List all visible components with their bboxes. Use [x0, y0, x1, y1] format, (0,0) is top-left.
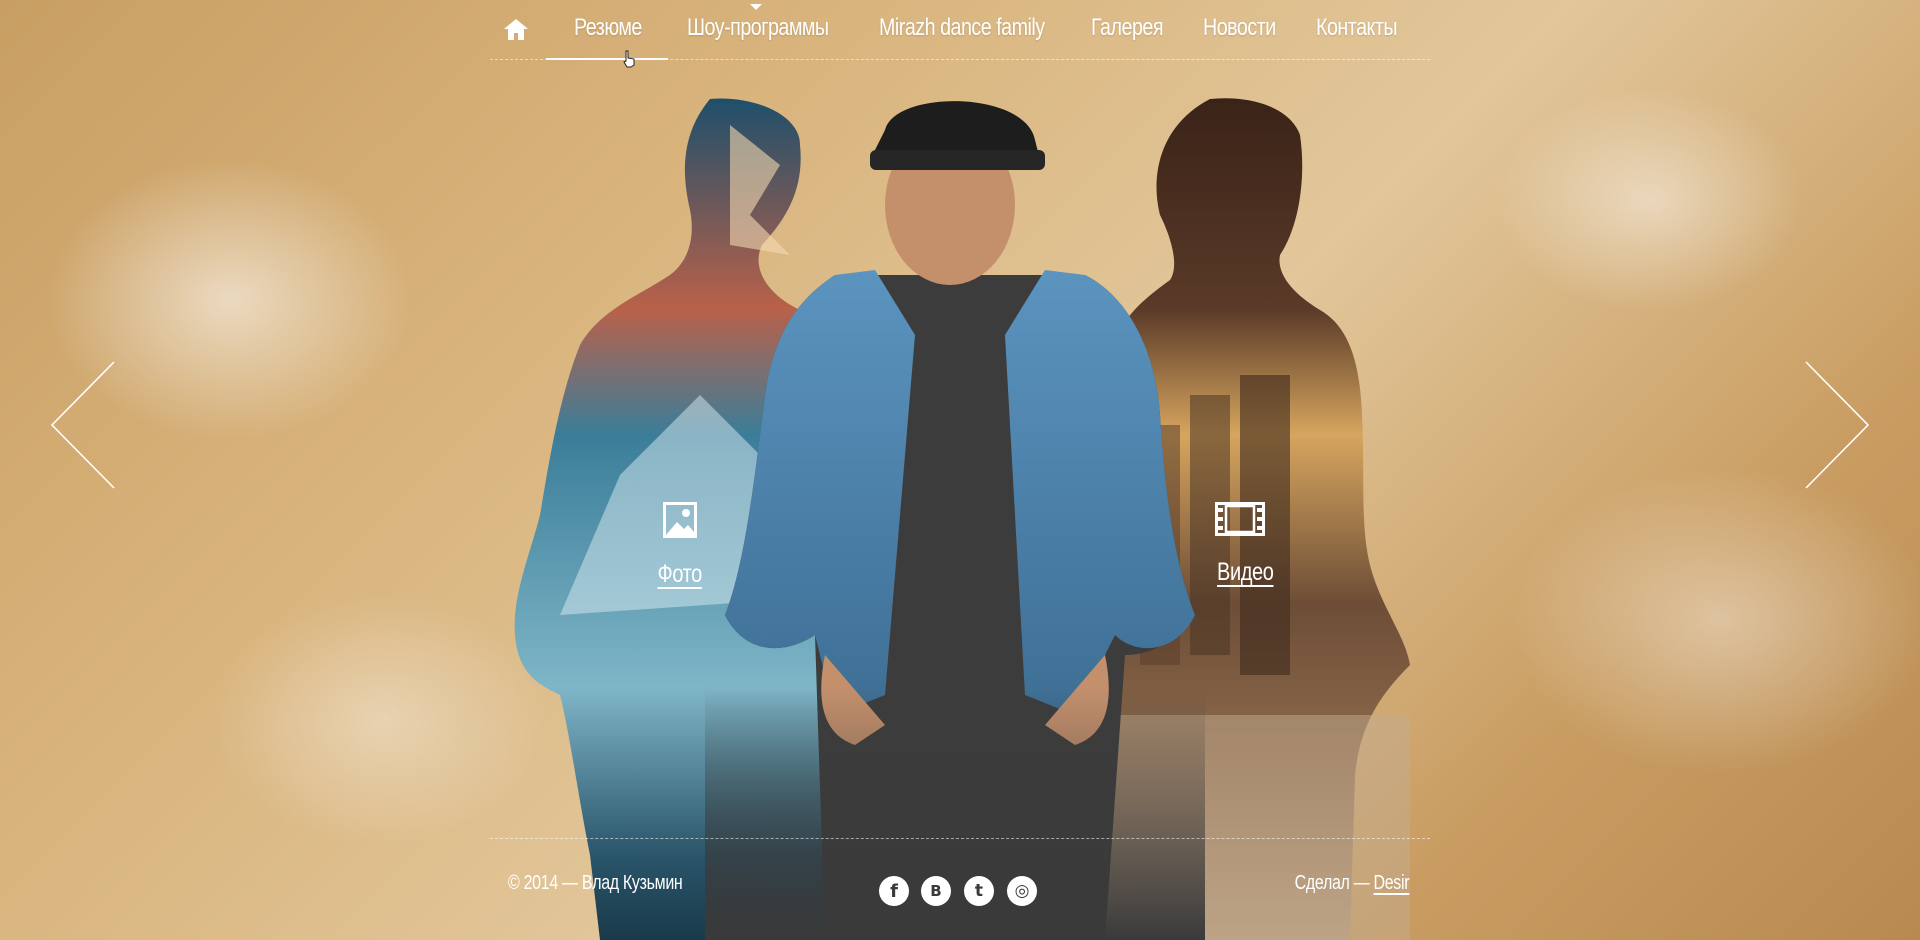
- video-link-label: Видео: [1217, 558, 1274, 586]
- home-icon[interactable]: [502, 16, 530, 44]
- footer-divider: [490, 838, 1430, 839]
- vkontakte-icon[interactable]: B: [921, 876, 951, 906]
- nav-item-dance-family[interactable]: Mirazh dance family: [879, 14, 1045, 42]
- video-link[interactable]: Видео: [1210, 502, 1274, 587]
- twitter-icon[interactable]: t: [964, 876, 994, 906]
- credit-link[interactable]: Desir: [1373, 872, 1409, 894]
- instagram-icon[interactable]: ◎: [1007, 876, 1037, 906]
- film-icon: [1215, 502, 1265, 536]
- nav-item-contacts[interactable]: Контакты: [1316, 14, 1398, 42]
- copyright-text: © 2014 — Влад Кузьмин: [508, 872, 683, 894]
- photo-link[interactable]: Фото: [648, 502, 712, 589]
- credit-text: Сделал — Desir: [1294, 872, 1409, 895]
- person-photo: [705, 95, 1205, 940]
- chevron-left-icon[interactable]: [48, 360, 118, 490]
- nav-item-shows[interactable]: Шоу-программы: [687, 14, 829, 42]
- nav-item-news[interactable]: Новости: [1203, 14, 1276, 42]
- chevron-down-icon: [750, 4, 762, 10]
- chevron-right-icon[interactable]: [1802, 360, 1872, 490]
- facebook-icon[interactable]: f: [879, 876, 909, 906]
- nav-item-gallery[interactable]: Галерея: [1091, 14, 1164, 42]
- photo-icon: [663, 502, 697, 538]
- pointer-cursor-icon: [623, 50, 635, 68]
- nav-active-indicator: [546, 58, 668, 60]
- nav-item-resume[interactable]: Резюме: [574, 14, 642, 42]
- page: Резюме Шоу-программы Mirazh dance family…: [0, 0, 1920, 940]
- photo-link-label: Фото: [657, 560, 703, 588]
- credit-prefix: Сделал —: [1294, 872, 1374, 894]
